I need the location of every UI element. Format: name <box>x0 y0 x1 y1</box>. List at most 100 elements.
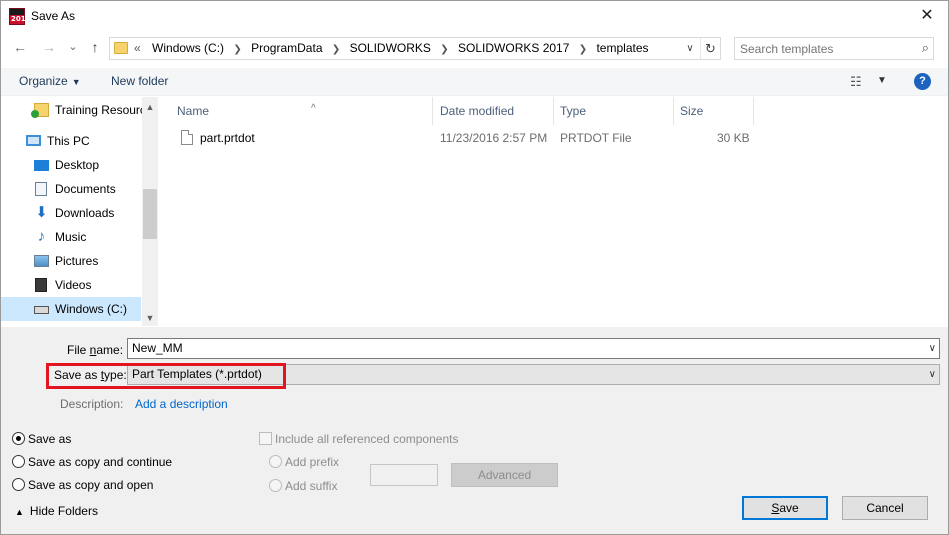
save-as-copy-open-label[interactable]: Save as copy and open <box>28 478 153 492</box>
chevron-right-icon: ❯ <box>233 44 242 55</box>
command-bar: Organize ▼ New folder ☷ ▼ ? <box>1 68 948 96</box>
add-prefix-radio[interactable] <box>269 455 282 468</box>
chevron-down-icon: ∨ <box>928 369 936 380</box>
caret-down-icon: ▼ <box>71 77 81 87</box>
up-arrow-icon[interactable]: ↑ <box>85 36 105 58</box>
save-as-radio-label[interactable]: Save as <box>28 432 71 446</box>
window-title: Save As <box>31 9 76 23</box>
drive-icon <box>34 306 49 314</box>
pictures-icon <box>34 255 49 267</box>
sidebar-item-label: Desktop <box>55 158 100 172</box>
back-arrow-icon[interactable]: ← <box>10 36 30 58</box>
sidebar-item-documents[interactable]: Documents <box>1 177 141 201</box>
folder-check-icon <box>31 103 49 118</box>
highlight-annotation-box <box>46 363 286 389</box>
scroll-down-icon[interactable]: ▼ <box>142 310 158 326</box>
new-folder-button[interactable]: New folder <box>111 74 168 88</box>
save-as-copy-open-radio[interactable] <box>12 478 25 491</box>
sidebar-item-label: Pictures <box>55 254 99 268</box>
sidebar-item-pictures[interactable]: Pictures <box>1 249 141 273</box>
file-name-field[interactable]: New_MM ∨ <box>127 338 940 359</box>
navigation-scrollbar[interactable]: ▲ ▼ <box>142 97 158 326</box>
save-as-radio[interactable] <box>12 432 25 445</box>
close-icon[interactable]: ✕ <box>914 4 940 28</box>
solidworks-app-icon: 2017 <box>9 8 30 25</box>
address-dropdown-icon[interactable]: ∨ <box>683 38 697 59</box>
recent-locations-icon[interactable]: ⌄ <box>63 36 83 58</box>
navigation-bar: ← → ⌄ ↑ « Windows (C:) ❯ ProgramData ❯ S… <box>1 34 948 62</box>
cancel-button[interactable]: Cancel <box>842 496 928 520</box>
caret-up-icon: ▲ <box>15 507 24 517</box>
advanced-button[interactable]: Advanced <box>451 463 558 487</box>
search-icon: ⌕ <box>921 40 929 55</box>
navigation-pane: Training Resourc This PC Desktop Documen… <box>1 97 158 326</box>
save-button[interactable]: Save <box>742 496 828 520</box>
search-box[interactable]: ⌕ <box>734 37 934 60</box>
column-header-date-modified[interactable]: Date modified <box>434 97 554 125</box>
save-as-copy-continue-radio[interactable] <box>12 455 25 468</box>
file-date-cell: 11/23/2016 2:57 PM <box>440 131 548 145</box>
sidebar-item-downloads[interactable]: ⬇ Downloads <box>1 201 141 225</box>
sidebar-item-training-resources[interactable]: Training Resourc <box>1 98 146 122</box>
breadcrumb-item-solidworks-2017[interactable]: SOLIDWORKS 2017 <box>458 38 569 59</box>
desktop-icon <box>34 160 49 171</box>
sidebar-item-label: Windows (C:) <box>55 302 128 316</box>
help-icon[interactable]: ? <box>914 73 931 90</box>
column-header-name[interactable]: Name ^ <box>171 97 433 125</box>
chevron-right-icon: ❯ <box>578 44 588 55</box>
chevron-right-icon: ❯ <box>331 44 341 55</box>
file-name-label: File name: <box>67 343 124 357</box>
sidebar-item-music[interactable]: ♪ Music <box>1 225 141 249</box>
file-row[interactable]: part.prtdot 11/23/2016 2:57 PM PRTDOT Fi… <box>169 127 759 149</box>
address-bar[interactable]: « Windows (C:) ❯ ProgramData ❯ SOLIDWORK… <box>109 37 721 60</box>
add-suffix-label[interactable]: Add suffix <box>285 479 337 493</box>
forward-arrow-icon[interactable]: → <box>39 36 59 58</box>
breadcrumb-item-solidworks[interactable]: SOLIDWORKS <box>350 38 431 59</box>
organize-button[interactable]: Organize ▼ <box>19 74 81 88</box>
sidebar-item-videos[interactable]: Videos <box>1 273 141 297</box>
folder-icon <box>114 42 128 54</box>
include-references-checkbox[interactable] <box>259 432 272 445</box>
sidebar-item-this-pc[interactable]: This PC <box>1 129 141 153</box>
save-options-panel: File name: New_MM ∨ Save as type: Part T… <box>1 327 948 534</box>
chevron-down-icon[interactable]: ∨ <box>929 339 936 358</box>
add-description-link[interactable]: Add a description <box>135 397 228 411</box>
sidebar-item-label: Music <box>55 230 87 244</box>
hide-folders-button[interactable]: ▲ Hide Folders <box>15 504 98 518</box>
sidebar-item-label: Videos <box>55 278 92 292</box>
scroll-up-icon[interactable]: ▲ <box>142 99 158 115</box>
scrollbar-thumb[interactable] <box>143 189 157 239</box>
chevron-right-icon: ❯ <box>440 44 449 55</box>
add-prefix-label[interactable]: Add prefix <box>285 455 339 469</box>
breadcrumb-item-windows-c[interactable]: Windows (C:) <box>152 38 224 59</box>
include-references-label[interactable]: Include all referenced components <box>275 432 458 446</box>
view-caret-down-icon[interactable]: ▼ <box>877 75 887 86</box>
file-name-cell: part.prtdot <box>200 131 255 145</box>
organize-label: Organize <box>19 74 68 88</box>
add-suffix-radio[interactable] <box>269 479 282 492</box>
view-options-icon[interactable]: ☷ <box>850 74 862 90</box>
breadcrumb-overflow-icon[interactable]: « <box>134 38 141 59</box>
sidebar-item-label: This PC <box>47 134 90 148</box>
column-header-type[interactable]: Type <box>554 97 674 125</box>
documents-icon <box>35 182 47 196</box>
column-header-label: Name <box>177 104 210 118</box>
sidebar-item-label: Documents <box>55 182 116 196</box>
sidebar-item-windows-c[interactable]: Windows (C:) <box>1 297 141 321</box>
file-type-cell: PRTDOT File <box>560 131 632 145</box>
column-header-size[interactable]: Size <box>674 97 754 125</box>
breadcrumb-item-templates[interactable]: templates <box>596 38 648 59</box>
sidebar-item-desktop[interactable]: Desktop <box>1 153 141 177</box>
description-label: Description: <box>60 397 124 411</box>
refresh-icon[interactable]: ↻ <box>700 38 720 59</box>
sort-ascending-icon: ^ <box>311 103 316 114</box>
breadcrumb-item-programdata[interactable]: ProgramData <box>251 38 322 59</box>
search-input[interactable] <box>740 40 905 57</box>
hide-folders-label: Hide Folders <box>29 504 98 518</box>
prefix-suffix-input[interactable] <box>370 464 438 486</box>
file-icon <box>181 130 193 145</box>
breadcrumb: « Windows (C:) ❯ ProgramData ❯ SOLIDWORK… <box>134 38 649 59</box>
sidebar-item-label: Downloads <box>55 206 115 220</box>
save-as-copy-continue-label[interactable]: Save as copy and continue <box>28 455 172 469</box>
title-bar: 2017 Save As ✕ <box>1 1 948 32</box>
